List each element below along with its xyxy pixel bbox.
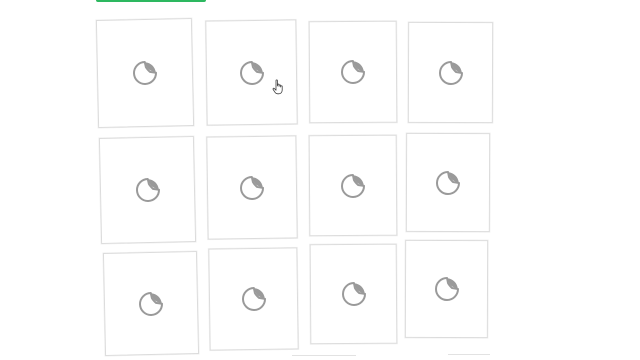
sticker-peel-icon <box>135 178 160 202</box>
sticker-peel-icon <box>341 60 365 84</box>
sticker-tile[interactable] <box>206 135 298 240</box>
sticker-tile[interactable] <box>205 19 298 126</box>
sticker-peel-icon <box>341 282 366 306</box>
accent-bar <box>96 0 206 2</box>
sticker-peel-icon <box>241 287 266 311</box>
sticker-peel-icon <box>239 60 264 85</box>
sticker-peel-icon <box>438 60 463 85</box>
sticker-tile[interactable] <box>102 251 200 356</box>
sticker-tile[interactable] <box>308 134 398 237</box>
sticker-tile[interactable] <box>309 243 398 345</box>
sticker-tile[interactable] <box>208 247 299 351</box>
sticker-tile[interactable] <box>404 239 489 339</box>
sticker-peel-icon <box>240 175 264 200</box>
partial-tile <box>448 354 490 360</box>
partial-tile <box>292 355 356 360</box>
sticker-peel-icon <box>341 173 365 198</box>
sticker-tile[interactable] <box>405 132 491 233</box>
sticker-peel-icon <box>139 291 163 316</box>
sticker-peel-icon <box>436 170 460 195</box>
sticker-grid-page <box>0 0 640 360</box>
sticker-peel-icon <box>434 277 459 301</box>
sticker-peel-icon <box>133 61 157 85</box>
sticker-tile[interactable] <box>308 20 398 124</box>
sticker-tile[interactable] <box>95 18 195 128</box>
sticker-tile[interactable] <box>407 21 494 124</box>
sticker-tile[interactable] <box>98 136 197 244</box>
